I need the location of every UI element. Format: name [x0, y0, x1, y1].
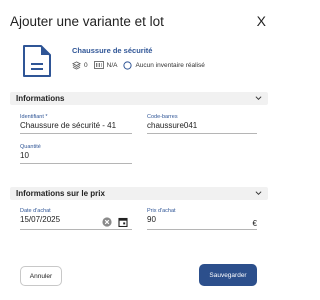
purchase-date-value: 15/07/2025 [20, 215, 61, 224]
currency-symbol: € [252, 219, 257, 228]
document-icon [23, 45, 51, 77]
product-meta: 0 N/A Aucun inventaire réalisé [72, 59, 211, 71]
quantity-label: Quantité [20, 144, 41, 150]
cancel-button[interactable]: Annuler [20, 266, 62, 286]
stock-count-value: 0 [84, 61, 88, 69]
identifier-field[interactable]: Identifiant * Chaussure de sécurité - 41 [20, 114, 132, 134]
purchase-date-field[interactable]: Date d'achat 15/07/2025 [20, 208, 132, 230]
close-button[interactable]: X [257, 13, 266, 29]
barcode-info: N/A [93, 61, 118, 69]
dialog-title: Ajouter une variante et lot [10, 14, 164, 29]
stack-icon [72, 60, 81, 70]
identifier-value: Chaussure de sécurité - 41 [20, 121, 117, 130]
purchase-price-value: 90 [147, 215, 156, 224]
section-price-title: Informations sur le prix [16, 189, 105, 198]
calendar-icon[interactable] [118, 217, 128, 227]
inventory-status-text: Aucun inventaire réalisé [135, 61, 205, 69]
chevron-down-icon [255, 96, 262, 100]
product-name: Chaussure de sécurité [72, 46, 153, 55]
section-price[interactable]: Informations sur le prix [10, 187, 268, 200]
barcode-label: Code-barres [147, 114, 178, 120]
section-informations-title: Informations [16, 94, 65, 103]
clear-icon[interactable] [102, 217, 112, 227]
save-button[interactable]: Sauvegarder [199, 264, 257, 286]
stock-count: 0 [72, 60, 88, 70]
product-summary: Chaussure de sécurité 0 N/A Aucun invent… [10, 42, 266, 80]
quantity-field[interactable]: Quantité 10 [20, 144, 132, 164]
circle-icon [123, 60, 133, 70]
section-informations[interactable]: Informations [10, 92, 268, 105]
inventory-status: Aucun inventaire réalisé [123, 60, 205, 70]
purchase-price-field[interactable]: Prix d'achat 90 € [147, 208, 257, 230]
barcode-value: chaussure041 [147, 121, 198, 130]
purchase-date-label: Date d'achat [20, 208, 51, 214]
barcode-info-value: N/A [106, 61, 118, 69]
identifier-label: Identifiant * [20, 114, 48, 120]
barcode-icon [93, 61, 104, 69]
dialog-header: Ajouter une variante et lot X [10, 13, 268, 34]
barcode-field[interactable]: Code-barres chaussure041 [147, 114, 257, 134]
purchase-price-label: Prix d'achat [147, 208, 176, 214]
chevron-down-icon [255, 191, 262, 195]
quantity-value: 10 [20, 151, 29, 160]
